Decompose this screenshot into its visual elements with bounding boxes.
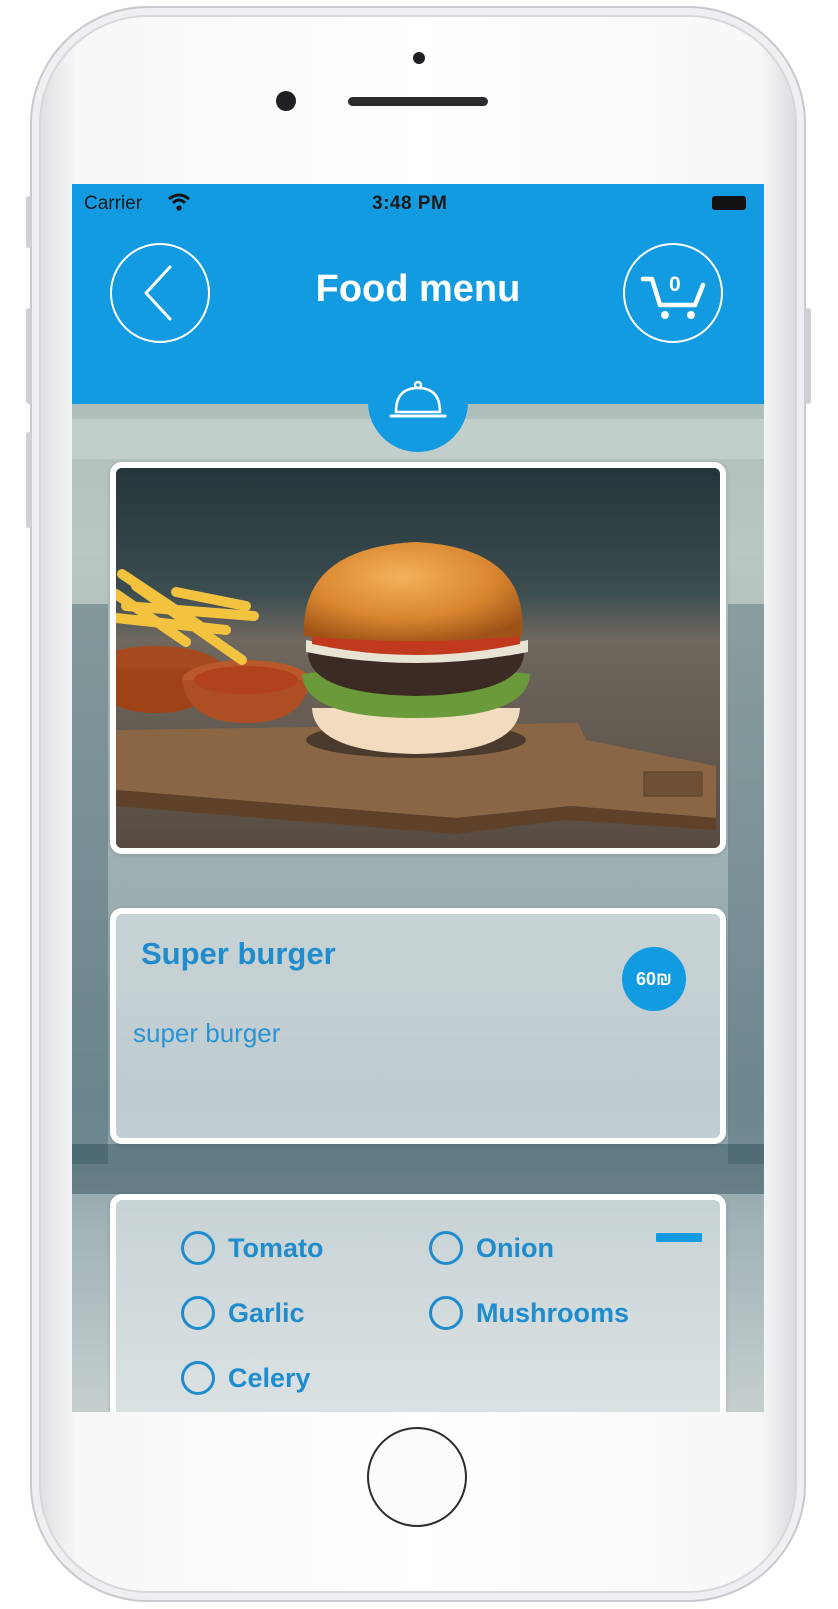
burger-photo bbox=[116, 468, 720, 848]
price-badge: 60₪ bbox=[622, 947, 686, 1011]
background-table bbox=[72, 1144, 764, 1194]
radio-button[interactable] bbox=[181, 1296, 215, 1330]
wifi-icon bbox=[168, 193, 190, 211]
radio-button[interactable] bbox=[429, 1296, 463, 1330]
back-button[interactable] bbox=[110, 243, 210, 343]
page-title: Food menu bbox=[315, 268, 521, 310]
ingredient-options-card: Tomato Onion Garlic Mushrooms Celery bbox=[110, 1194, 726, 1412]
carrier-label: Carrier bbox=[84, 193, 143, 214]
front-camera bbox=[276, 91, 296, 111]
radio-button[interactable] bbox=[181, 1361, 215, 1395]
option-onion[interactable]: Onion bbox=[429, 1231, 554, 1265]
status-time: 3:48 PM bbox=[372, 193, 448, 214]
radio-button[interactable] bbox=[181, 1231, 215, 1265]
mute-switch bbox=[26, 196, 32, 248]
power-button bbox=[805, 308, 811, 404]
battery-icon bbox=[712, 196, 746, 210]
food-info-card: Super burger super burger 60₪ bbox=[110, 908, 726, 1144]
earpiece-speaker bbox=[348, 97, 488, 106]
option-label: Celery bbox=[228, 1362, 311, 1393]
cart-button[interactable]: 0 bbox=[623, 243, 723, 343]
collapse-minus-button[interactable] bbox=[656, 1233, 702, 1242]
option-label: Onion bbox=[476, 1232, 554, 1263]
cart-count: 0 bbox=[669, 273, 681, 296]
status-bar: Carrier 3:48 PM bbox=[72, 184, 764, 222]
background-chair bbox=[728, 604, 764, 1164]
option-mushrooms[interactable]: Mushrooms bbox=[429, 1296, 629, 1330]
food-description: super burger bbox=[133, 1018, 281, 1048]
proximity-sensor bbox=[413, 52, 425, 64]
option-label: Mushrooms bbox=[476, 1297, 630, 1328]
option-garlic[interactable]: Garlic bbox=[181, 1296, 305, 1330]
volume-down-button bbox=[26, 432, 32, 528]
option-label: Garlic bbox=[228, 1297, 305, 1328]
option-celery[interactable]: Celery bbox=[181, 1361, 311, 1395]
app-screen: Carrier 3:48 PM Food menu 0 Super burger… bbox=[72, 184, 764, 1412]
chevron-left-icon bbox=[144, 265, 172, 321]
home-button[interactable] bbox=[367, 1427, 467, 1527]
volume-up-button bbox=[26, 308, 32, 404]
radio-button[interactable] bbox=[429, 1231, 463, 1265]
food-image bbox=[110, 462, 726, 854]
food-name: Super burger bbox=[141, 936, 336, 971]
option-label: Tomato bbox=[228, 1232, 324, 1263]
background-chair bbox=[72, 604, 108, 1164]
cloche-icon bbox=[389, 380, 447, 418]
option-tomato[interactable]: Tomato bbox=[181, 1231, 324, 1265]
